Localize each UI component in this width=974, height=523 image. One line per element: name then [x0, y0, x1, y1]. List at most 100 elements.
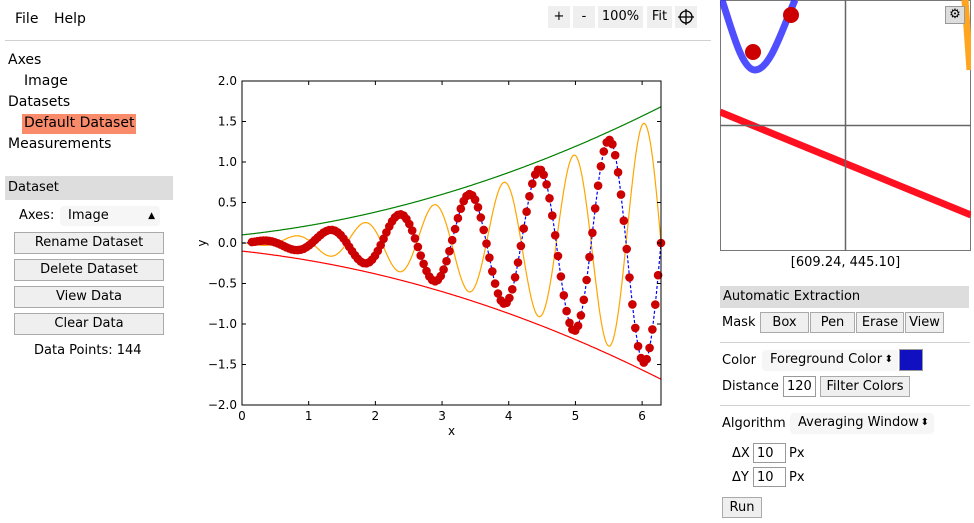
data-point	[450, 224, 460, 234]
algorithm-value: Averaging Window	[798, 415, 919, 430]
magnifier-settings-button[interactable]: ⚙	[945, 6, 965, 24]
x-tick-label: 2	[372, 409, 380, 423]
select-arrows-icon: ⬍	[884, 354, 893, 365]
color-label: Color	[722, 353, 756, 368]
color-mode-value: Foreground Color	[770, 352, 883, 367]
gear-icon: ⚙	[949, 7, 961, 22]
distance-label: Distance	[722, 379, 779, 394]
distance-input[interactable]: 120	[783, 376, 816, 397]
filter-colors-button[interactable]: Filter Colors	[820, 376, 910, 397]
data-point	[482, 239, 491, 248]
data-point	[622, 244, 631, 254]
tree-measurements[interactable]: Measurements	[8, 136, 111, 152]
clear-data-button[interactable]: Clear Data	[14, 313, 164, 335]
zoom-level: 100%	[598, 6, 643, 28]
delete-dataset-button[interactable]: Delete Dataset	[14, 259, 164, 281]
menu-divider	[5, 40, 711, 41]
data-point	[645, 343, 654, 353]
crosshair-icon	[678, 9, 694, 25]
data-point	[542, 180, 551, 189]
y-tick-label: 1.0	[218, 155, 237, 169]
data-point	[548, 211, 557, 220]
mask-pen-button[interactable]: Pen	[810, 312, 855, 333]
lower-envelope-curve	[241, 250, 662, 380]
data-point	[473, 203, 483, 212]
x-tick-label: 6	[638, 409, 646, 423]
plot-image-canvas[interactable]: 0 1 2 3 4 5 6 2.0 1.5 1.0 0.5 0.0 −0.5 −1.0 −1.5 −2.0 x y	[190, 60, 670, 440]
x-axis-label: x	[448, 424, 455, 438]
data-point	[628, 300, 637, 309]
data-points-count: Data Points: 144	[34, 343, 142, 358]
data-point	[625, 273, 634, 282]
data-point	[505, 293, 514, 303]
zoom-in-button[interactable]: +	[548, 6, 570, 28]
tree-axes-image[interactable]: Image	[24, 73, 68, 89]
data-point	[582, 275, 591, 285]
dy-input[interactable]: 10	[753, 467, 786, 487]
data-point	[439, 265, 448, 274]
mask-erase-button[interactable]: Erase	[856, 312, 904, 333]
axes-label: Axes:	[19, 208, 55, 223]
view-data-button[interactable]: View Data	[14, 286, 164, 308]
data-point	[485, 253, 494, 262]
axes-select[interactable]: Image ▲	[60, 206, 160, 226]
data-point	[522, 207, 531, 216]
mask-view-button[interactable]: View	[905, 312, 944, 333]
algorithm-label: Algorithm	[722, 416, 786, 431]
dx-input[interactable]: 10	[753, 443, 786, 463]
x-tick-label: 1	[305, 409, 313, 423]
magnifier-view	[720, 0, 971, 251]
data-point	[528, 179, 537, 188]
y-axis-label: y	[195, 239, 209, 246]
dy-label: ΔY	[732, 470, 749, 485]
menu-file[interactable]: File	[15, 11, 38, 27]
data-point	[539, 170, 548, 180]
data-point	[410, 234, 420, 243]
data-point	[476, 213, 486, 222]
zoom-out-button[interactable]: -	[573, 6, 595, 28]
orange-curve	[242, 122, 662, 347]
color-swatch[interactable]	[899, 349, 923, 371]
data-point	[593, 181, 603, 190]
crosshair-button[interactable]	[675, 6, 697, 28]
tree-datasets[interactable]: Datasets	[8, 94, 70, 110]
y-tick-label: −1.5	[208, 358, 237, 372]
color-mode-select[interactable]: Foreground Color ⬍	[762, 350, 898, 371]
menu-help[interactable]: Help	[54, 11, 86, 27]
data-point	[610, 150, 620, 160]
data-point	[616, 190, 626, 199]
data-point	[619, 216, 629, 225]
cursor-coordinates: [609.24, 445.10]	[790, 255, 901, 270]
data-point	[490, 279, 500, 288]
data-point	[579, 295, 589, 305]
axes-select-value: Image	[68, 208, 109, 223]
data-point	[559, 291, 569, 300]
run-button[interactable]: Run	[722, 497, 762, 518]
tree-default-dataset[interactable]: Default Dataset	[22, 114, 137, 134]
upper-envelope-curve	[241, 106, 662, 236]
data-point	[456, 204, 466, 213]
data-point	[470, 195, 480, 204]
data-point	[642, 354, 651, 364]
data-point	[525, 192, 534, 201]
tree-axes[interactable]: Axes	[8, 52, 41, 68]
data-point	[442, 256, 451, 266]
y-tick-label: 1.5	[218, 115, 237, 129]
data-point	[488, 267, 497, 276]
mask-box-button[interactable]: Box	[760, 312, 809, 333]
x-tick-label: 0	[238, 409, 246, 423]
select-arrows-icon: ▲	[148, 211, 155, 221]
dx-unit: Px	[789, 446, 805, 461]
dy-unit: Px	[789, 470, 805, 485]
data-point	[631, 323, 640, 333]
data-point	[545, 194, 554, 203]
y-tick-label: −0.5	[208, 277, 237, 291]
data-point	[553, 251, 563, 261]
y-tick-label: 0.5	[218, 196, 237, 210]
fit-button[interactable]: Fit	[647, 6, 672, 28]
algorithm-select[interactable]: Averaging Window ⬍	[790, 413, 934, 434]
data-point	[585, 252, 594, 262]
magnified-data-point	[783, 7, 799, 23]
x-tick-label: 3	[438, 409, 446, 423]
rename-dataset-button[interactable]: Rename Dataset	[14, 232, 164, 254]
